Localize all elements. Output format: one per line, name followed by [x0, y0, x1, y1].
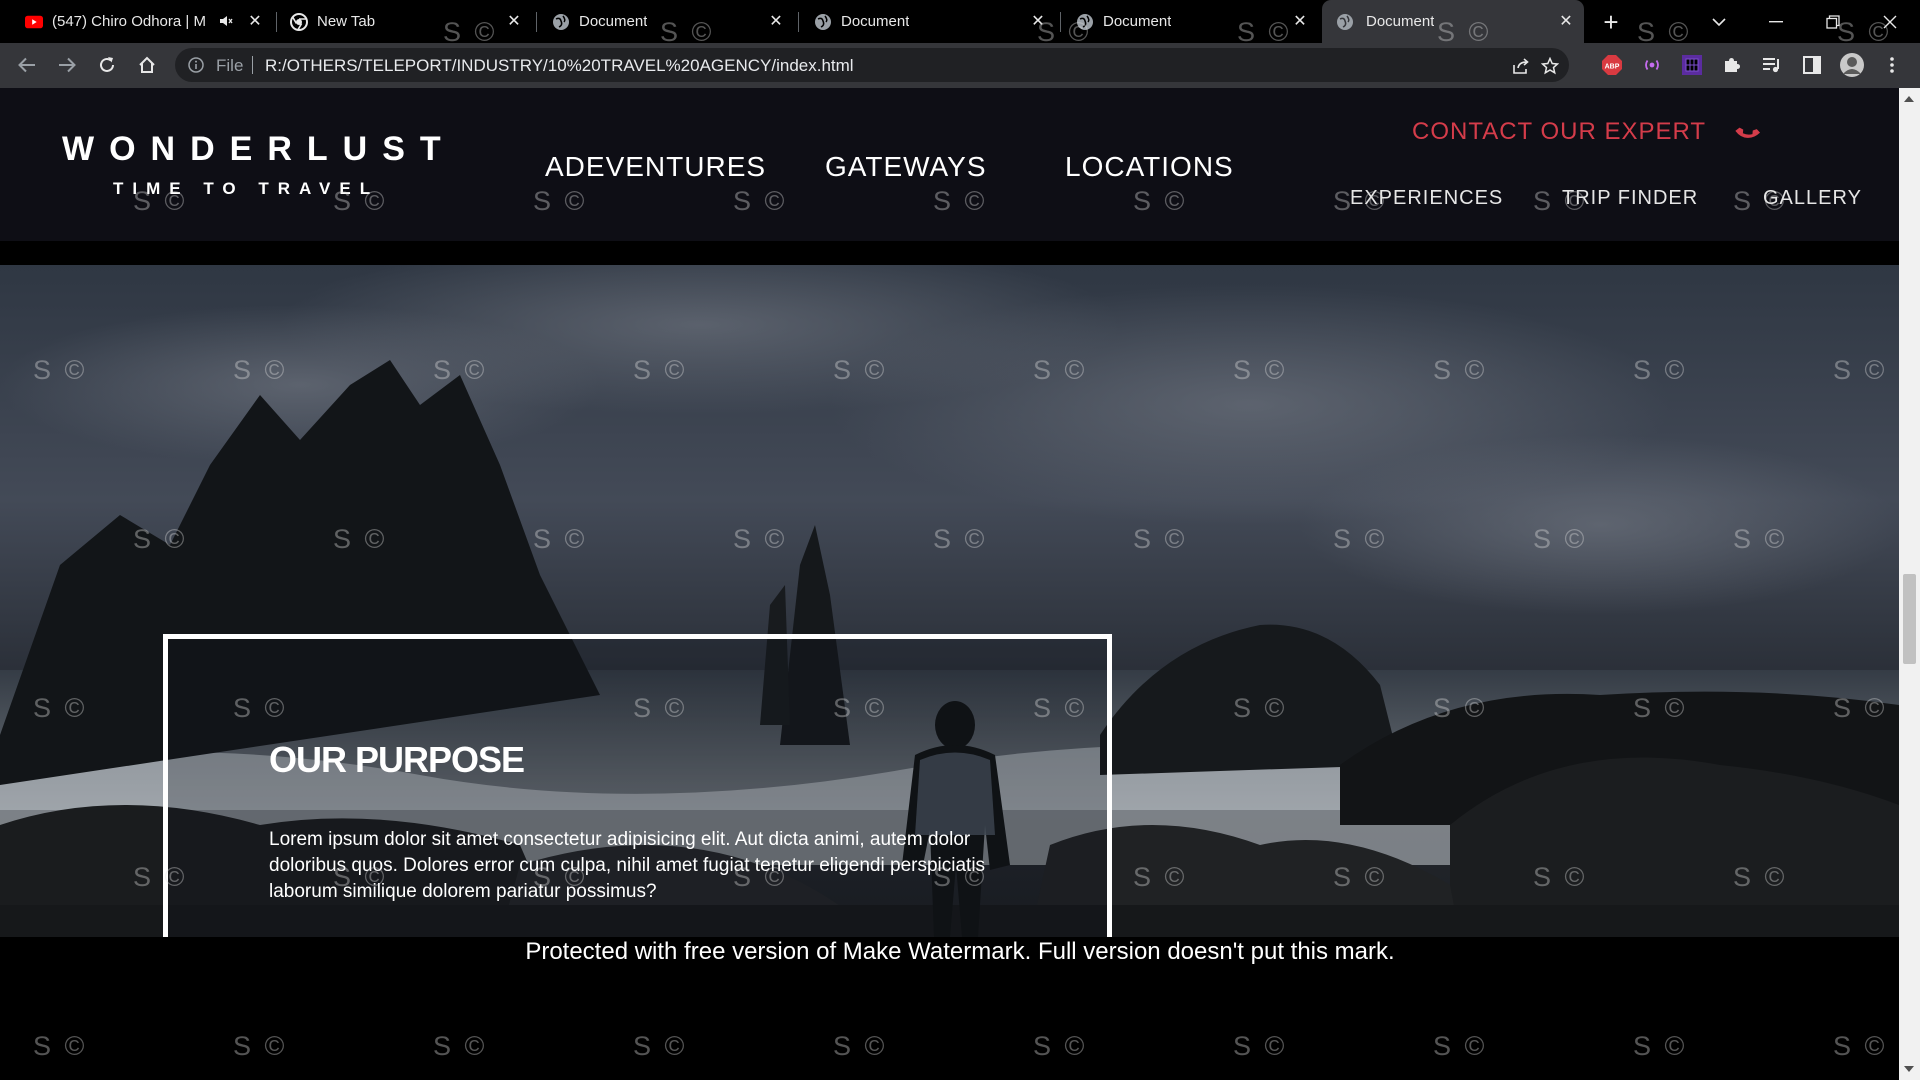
- more-vert-icon[interactable]: [1878, 51, 1906, 79]
- share-icon[interactable]: [1510, 55, 1532, 77]
- tab-document-active[interactable]: Document ✕: [1322, 0, 1584, 43]
- tab-search-chevron-icon[interactable]: [1706, 9, 1732, 35]
- watermark-notice: Protected with free version of Make Wate…: [525, 938, 1395, 965]
- globe-icon: [1076, 13, 1094, 31]
- puzzle-icon[interactable]: [1718, 51, 1746, 79]
- nav-trip-finder[interactable]: TRIP FINDER: [1562, 187, 1698, 210]
- globe-icon: [1336, 13, 1354, 31]
- hero-section: OUR PURPOSE Lorem ipsum dolor sit amet c…: [0, 265, 1899, 937]
- url-text[interactable]: R:/OTHERS/TELEPORT/INDUSTRY/10%20TRAVEL%…: [265, 56, 854, 76]
- new-tab-button[interactable]: +: [1598, 7, 1624, 37]
- scheme-label: File: [216, 56, 244, 75]
- site-tagline: TIME TO TRAVEL: [113, 179, 380, 198]
- nav-locations[interactable]: LOCATIONS: [1065, 151, 1234, 183]
- tab-title: Document: [1103, 13, 1172, 30]
- close-icon[interactable]: ✕: [1028, 11, 1048, 31]
- tab-strip: (547) Chiro Odhora | M ✕ New Tab ✕ Docum…: [0, 0, 1920, 43]
- tab-title: Document: [841, 13, 910, 30]
- close-icon[interactable]: ✕: [504, 11, 524, 31]
- close-icon[interactable]: ✕: [1290, 11, 1310, 31]
- phone-icon[interactable]: [1733, 118, 1761, 151]
- purpose-text: Lorem ipsum dolor sit amet consectetur a…: [269, 829, 986, 902]
- restore-icon[interactable]: [1820, 9, 1846, 35]
- speaker-icon[interactable]: [219, 14, 233, 32]
- purpose-card: OUR PURPOSE Lorem ipsum dolor sit amet c…: [163, 634, 1112, 937]
- radio-extension-icon[interactable]: [1638, 51, 1666, 79]
- globe-icon: [814, 13, 832, 31]
- close-icon[interactable]: ✕: [766, 11, 786, 31]
- back-arrow-icon[interactable]: [13, 51, 41, 79]
- media-queue-icon[interactable]: [1758, 51, 1786, 79]
- svg-text:ABP: ABP: [1605, 64, 1620, 71]
- tab-document-2[interactable]: Document ✕: [814, 0, 1048, 43]
- purple-square-extension-icon[interactable]: [1678, 51, 1706, 79]
- scroll-down-arrow-icon[interactable]: [1904, 1066, 1914, 1072]
- close-icon[interactable]: ✕: [1556, 11, 1576, 31]
- tab-title: New Tab: [317, 13, 376, 30]
- info-icon[interactable]: [188, 57, 204, 78]
- globe-icon: [552, 13, 570, 31]
- adblock-icon[interactable]: ABP: [1598, 51, 1626, 79]
- side-panel-icon[interactable]: [1798, 51, 1826, 79]
- tab-document-1[interactable]: Document ✕: [552, 0, 786, 43]
- minimize-icon[interactable]: [1763, 9, 1789, 35]
- forward-arrow-icon[interactable]: [53, 51, 81, 79]
- page-scrollbar[interactable]: [1899, 88, 1920, 1080]
- contact-expert-link[interactable]: CONTACT OUR EXPERT: [1412, 118, 1706, 146]
- scrollbar-thumb[interactable]: [1903, 574, 1916, 664]
- tab-document-3[interactable]: Document ✕: [1076, 0, 1310, 43]
- purpose-title: OUR PURPOSE: [269, 739, 525, 780]
- tab-new-tab[interactable]: New Tab ✕: [290, 0, 524, 43]
- profile-avatar-icon[interactable]: [1838, 51, 1866, 79]
- browser-toolbar: File R:/OTHERS/TELEPORT/INDUSTRY/10%20TR…: [0, 43, 1920, 88]
- bookmark-star-icon[interactable]: [1539, 55, 1561, 77]
- nav-experiences[interactable]: EXPERIENCES: [1350, 187, 1503, 210]
- page-viewport: WONDERLUST TIME TO TRAVEL ADEVENTURES GA…: [0, 88, 1899, 1080]
- nav-gateways[interactable]: GATEWAYS: [825, 151, 987, 183]
- close-icon[interactable]: ✕: [245, 11, 265, 31]
- tab-title: Document: [1366, 13, 1435, 30]
- site-logo[interactable]: WONDERLUST: [62, 130, 456, 169]
- chrome-icon: [290, 13, 308, 31]
- address-bar[interactable]: File R:/OTHERS/TELEPORT/INDUSTRY/10%20TR…: [175, 48, 1569, 82]
- tab-youtube[interactable]: (547) Chiro Odhora | M ✕: [25, 0, 265, 43]
- scroll-up-arrow-icon[interactable]: [1904, 96, 1914, 102]
- site-header: WONDERLUST TIME TO TRAVEL ADEVENTURES GA…: [0, 88, 1899, 241]
- nav-adventures[interactable]: ADEVENTURES: [545, 151, 766, 183]
- tab-title: (547) Chiro Odhora | M: [52, 13, 206, 30]
- youtube-icon: [25, 13, 43, 31]
- nav-gallery[interactable]: GALLERY: [1763, 187, 1862, 210]
- home-icon[interactable]: [133, 51, 161, 79]
- reload-icon[interactable]: [93, 51, 121, 79]
- tab-title: Document: [579, 13, 648, 30]
- close-window-icon[interactable]: [1877, 9, 1903, 35]
